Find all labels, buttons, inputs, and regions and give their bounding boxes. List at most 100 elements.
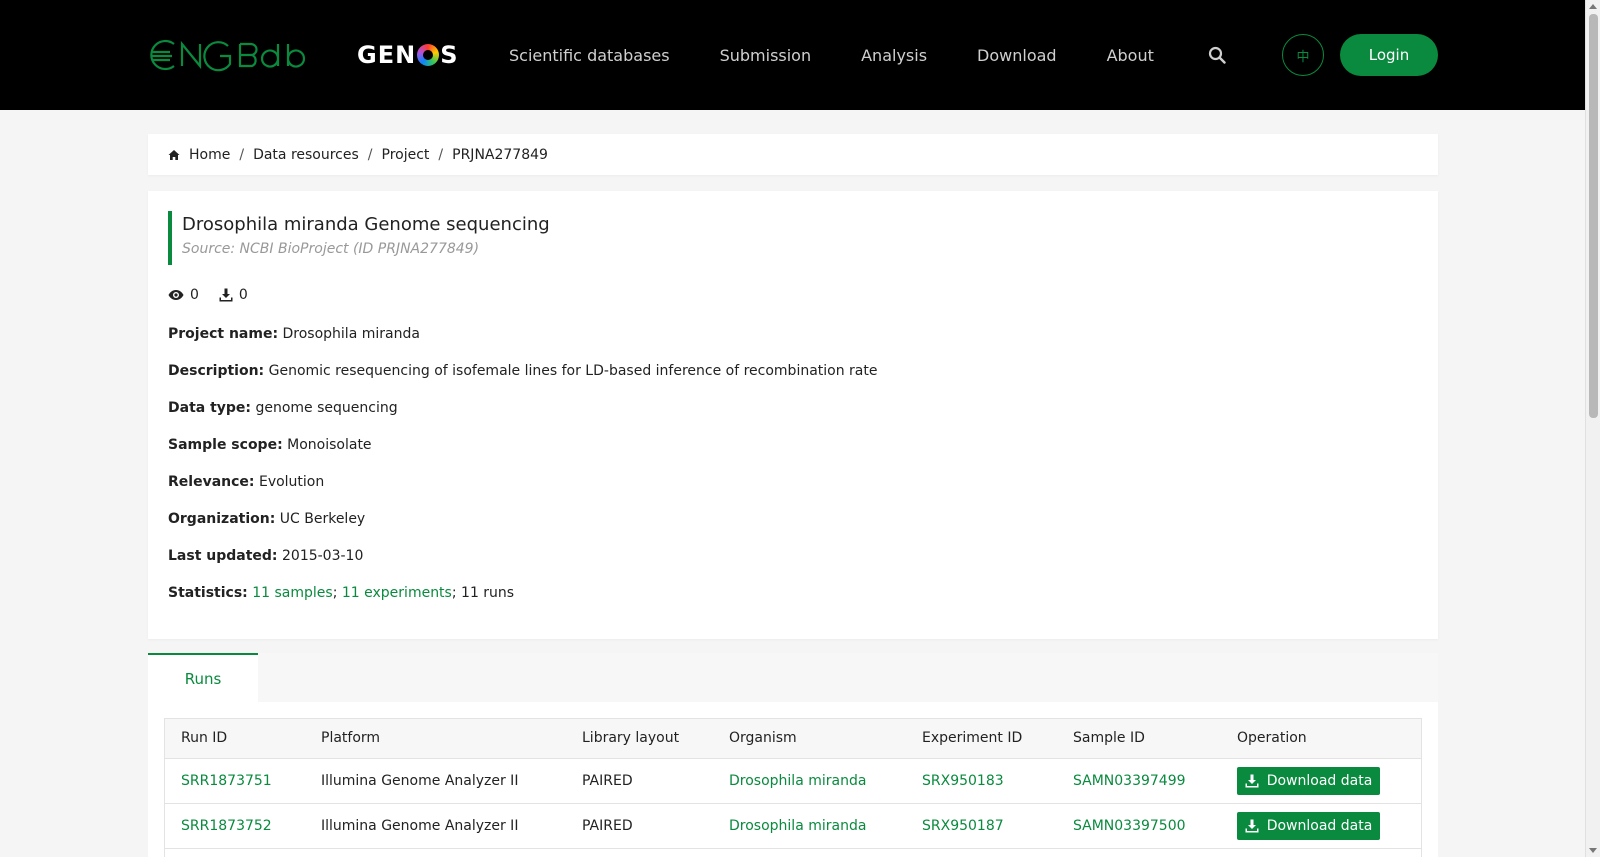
breadcrumb-separator: / <box>239 146 245 163</box>
field-value: genome sequencing <box>255 400 398 416</box>
field-value: UC Berkeley <box>279 511 366 527</box>
field-value: Drosophila miranda <box>282 326 420 342</box>
experiment-id-link[interactable]: SRX950183 <box>922 773 1004 789</box>
nav-analysis[interactable]: Analysis <box>861 46 927 65</box>
sample-id-link[interactable]: SAMN03397500 <box>1073 818 1186 834</box>
column-header-run-id: Run ID <box>181 730 228 746</box>
download-data-label: Download data <box>1266 818 1373 834</box>
stat-separator: ; <box>451 585 462 601</box>
views-count: 0 <box>190 287 199 303</box>
runs-table: Run ID Platform Library layout Organism … <box>164 718 1422 857</box>
views-counter: 0 <box>168 287 199 303</box>
search-button[interactable] <box>1206 44 1228 66</box>
project-detail-card: Drosophila miranda Genome sequencing Sou… <box>148 191 1438 639</box>
breadcrumb-current: PRJNA277849 <box>452 146 548 163</box>
field-value: Genomic resequencing of isofemale lines … <box>268 363 878 379</box>
field-value: 2015-03-10 <box>282 548 364 564</box>
column-header-platform: Platform <box>321 730 381 746</box>
page-title: Drosophila miranda Genome sequencing <box>182 214 550 235</box>
nav-download[interactable]: Download <box>977 46 1057 65</box>
runs-count: 11 runs <box>461 585 515 601</box>
organism-link[interactable]: Drosophila miranda <box>729 818 866 834</box>
organism-link[interactable]: Drosophila miranda <box>729 773 866 789</box>
genos-logo-text-start: GEN <box>357 41 417 69</box>
column-header-organism: Organism <box>729 730 797 746</box>
field-last-updated: Last updated: 2015-03-10 <box>168 548 363 564</box>
field-label: Description: <box>168 363 265 379</box>
field-value: Monoisolate <box>287 437 372 453</box>
stat-separator: ; <box>332 585 342 601</box>
tab-bar: Runs <box>148 653 1438 702</box>
platform-cell: Illumina Genome Analyzer II <box>321 773 519 789</box>
table-header: Run ID Platform Library layout Organism … <box>165 719 1421 759</box>
column-header-sample-id: Sample ID <box>1073 730 1145 746</box>
project-title-block: Drosophila miranda Genome sequencing Sou… <box>168 211 550 265</box>
field-label: Data type: <box>168 400 252 416</box>
language-toggle-button[interactable]: 中 <box>1282 34 1324 76</box>
nav-scientific-databases[interactable]: Scientific databases <box>509 46 670 65</box>
breadcrumb-project[interactable]: Project <box>382 147 430 163</box>
field-description: Description: Genomic resequencing of iso… <box>168 363 878 379</box>
page-scrollbar[interactable] <box>1585 0 1600 857</box>
breadcrumb-separator: / <box>438 146 444 163</box>
downloads-counter: 0 <box>219 287 248 303</box>
nav-submission[interactable]: Submission <box>720 46 812 65</box>
experiment-id-link[interactable]: SRX950187 <box>922 818 1004 834</box>
field-label: Sample scope: <box>168 437 283 453</box>
tab-runs[interactable]: Runs <box>148 653 258 702</box>
column-header-experiment-id: Experiment ID <box>922 730 1023 746</box>
sample-id-link[interactable]: SAMN03397499 <box>1073 773 1186 789</box>
field-label: Project name: <box>168 326 279 342</box>
field-organization: Organization: UC Berkeley <box>168 511 365 527</box>
download-data-button[interactable]: Download data <box>1237 812 1380 840</box>
login-button[interactable]: Login <box>1340 34 1438 76</box>
downloads-count: 0 <box>238 287 248 303</box>
platform-cell: Illumina Genome Analyzer II <box>321 818 519 834</box>
download-data-label: Download data <box>1266 773 1373 789</box>
scroll-up-arrow-icon[interactable] <box>1589 4 1597 9</box>
nav-about[interactable]: About <box>1107 46 1154 65</box>
table-row: SRR1873751 Illumina Genome Analyzer II P… <box>165 759 1421 804</box>
home-icon <box>168 149 180 160</box>
cngbdb-logo-mark <box>150 39 305 72</box>
genos-logo-text-end: S <box>440 41 459 69</box>
field-label: Statistics: <box>168 585 248 601</box>
field-data-type: Data type: genome sequencing <box>168 400 398 416</box>
eye-icon <box>168 290 184 300</box>
download-icon <box>1245 819 1259 833</box>
field-label: Relevance: <box>168 474 255 490</box>
field-relevance: Relevance: Evolution <box>168 474 324 490</box>
table-row: SRR1873752 Illumina Genome Analyzer II P… <box>165 804 1421 849</box>
cngbdb-logo[interactable] <box>148 38 306 72</box>
run-id-link[interactable]: SRR1873751 <box>181 773 272 789</box>
field-value: Evolution <box>258 474 325 490</box>
layout-cell: PAIRED <box>582 818 633 834</box>
search-icon <box>1208 46 1226 64</box>
breadcrumb-separator: / <box>367 146 373 163</box>
project-counters: 0 0 <box>168 287 268 303</box>
experiments-link[interactable]: 11 experiments <box>342 585 452 601</box>
top-navbar: GEN S Scientific databases Submission An… <box>0 0 1585 110</box>
field-label: Organization: <box>168 511 276 527</box>
scroll-down-arrow-icon[interactable] <box>1589 848 1597 853</box>
breadcrumb-home[interactable]: Home <box>189 147 230 163</box>
field-project-name: Project name: Drosophila miranda <box>168 326 420 342</box>
download-icon <box>219 288 233 302</box>
main-nav: Scientific databases Submission Analysis… <box>509 42 1204 68</box>
breadcrumb: Home / Data resources / Project / PRJNA2… <box>148 134 1438 175</box>
breadcrumb-data-resources[interactable]: Data resources <box>253 147 359 163</box>
genos-logo[interactable]: GEN S <box>357 40 458 70</box>
field-label: Last updated: <box>168 548 278 564</box>
run-id-link[interactable]: SRR1873752 <box>181 818 272 834</box>
samples-link[interactable]: 11 samples <box>252 585 332 601</box>
column-header-operation: Operation <box>1237 730 1307 746</box>
runs-section: Runs Run ID Platform Library layout Orga… <box>148 653 1438 857</box>
project-source: Source: NCBI BioProject (ID PRJNA277849) <box>182 241 480 257</box>
column-header-library-layout: Library layout <box>582 730 680 746</box>
download-data-button[interactable]: Download data <box>1237 767 1380 795</box>
field-statistics: Statistics: 11 samples; 11 experiments; … <box>168 585 514 601</box>
scrollbar-thumb[interactable] <box>1589 14 1598 418</box>
genos-logo-ring <box>417 44 440 66</box>
download-icon <box>1245 774 1259 788</box>
field-sample-scope: Sample scope: Monoisolate <box>168 437 372 453</box>
